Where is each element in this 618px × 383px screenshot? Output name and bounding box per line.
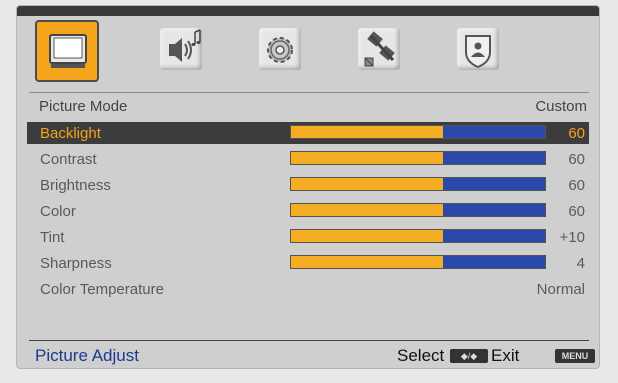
level-slider[interactable] <box>290 255 546 269</box>
setting-label: Sharpness <box>40 255 112 272</box>
status-title: Picture Adjust <box>35 346 139 365</box>
setting-row-tint[interactable]: Tint +10 <box>27 226 589 248</box>
level-slider-fill <box>291 126 444 138</box>
tab-channel[interactable] <box>349 20 413 82</box>
level-slider[interactable] <box>290 151 546 165</box>
tab-setup[interactable] <box>250 20 314 82</box>
picture-mode-label[interactable]: Picture Mode <box>39 98 127 115</box>
color-temperature-value: Normal <box>536 281 585 298</box>
setting-row-color[interactable]: Color 60 <box>27 200 589 222</box>
color-temperature-label: Color Temperature <box>40 281 164 298</box>
setting-value: 60 <box>568 203 585 220</box>
status-divider <box>29 340 589 341</box>
setting-label: Color <box>40 203 76 220</box>
setting-label: Backlight <box>40 125 101 142</box>
navigate-keys-icon: ◆/◆ <box>450 349 488 363</box>
setting-value: 4 <box>576 255 585 272</box>
level-slider-fill <box>291 204 444 216</box>
setting-label: Tint <box>40 229 65 246</box>
setting-row-backlight[interactable]: Backlight 60 <box>27 122 589 144</box>
select-hint-label: Select <box>397 346 445 365</box>
osd-menu: Picture Mode Custom Backlight 60 Contrast 6… <box>17 6 599 368</box>
level-slider-fill <box>291 230 444 242</box>
level-slider[interactable] <box>290 125 546 139</box>
level-slider-fill <box>291 256 444 268</box>
shield-parental-lock-icon <box>465 35 491 69</box>
level-slider-fill <box>291 152 444 164</box>
level-slider[interactable] <box>290 177 546 191</box>
level-slider[interactable] <box>290 229 546 243</box>
gear-icon <box>267 37 293 63</box>
speaker-music-icon <box>169 29 201 62</box>
menu-key-icon[interactable]: MENU <box>555 349 595 363</box>
setting-label: Contrast <box>40 151 97 168</box>
divider-top <box>29 92 589 93</box>
picture-settings-panel: Picture Mode Custom Backlight 60 Contrast 6… <box>17 88 599 336</box>
setting-value: 60 <box>568 151 585 168</box>
setting-row-sharpness[interactable]: Sharpness 4 <box>27 252 589 274</box>
satellite-icon <box>364 31 395 67</box>
setting-value: 60 <box>568 177 585 194</box>
level-slider-fill <box>291 178 444 190</box>
status-bar: Picture Adjust Select ◆/◆ Exit MENU <box>17 336 599 368</box>
setting-row-contrast[interactable]: Contrast 60 <box>27 148 589 170</box>
setting-label: Brightness <box>40 177 111 194</box>
tv-picture-icon <box>49 34 87 68</box>
top-bar <box>17 6 599 16</box>
color-temperature-row[interactable]: Color Temperature Normal <box>27 278 589 300</box>
picture-mode-value[interactable]: Custom <box>535 98 587 115</box>
level-slider[interactable] <box>290 203 546 217</box>
setting-row-brightness[interactable]: Brightness 60 <box>27 174 589 196</box>
setting-value: +10 <box>559 229 585 246</box>
tab-picture[interactable] <box>35 20 99 82</box>
exit-hint-label: Exit <box>491 346 520 365</box>
setting-value: 60 <box>568 125 585 142</box>
tab-lock[interactable] <box>448 20 512 82</box>
tab-sound[interactable] <box>151 20 215 82</box>
